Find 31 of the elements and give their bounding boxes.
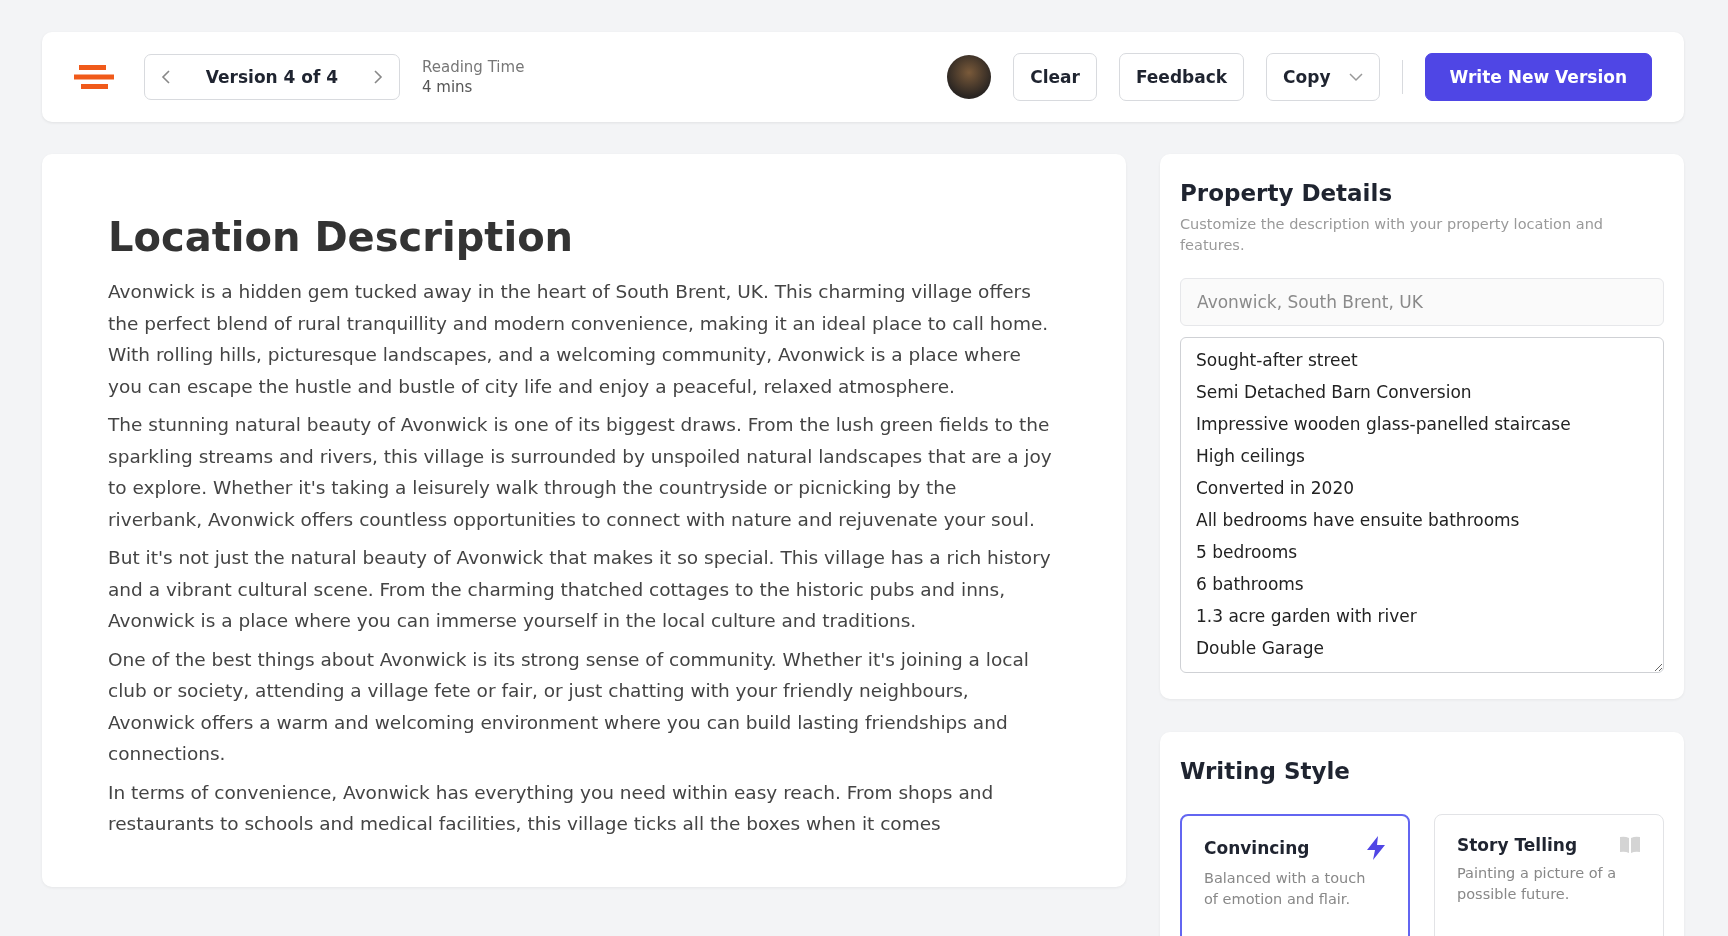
chevron-down-icon xyxy=(1348,72,1363,82)
panel-title: Property Details xyxy=(1180,180,1394,206)
reading-time-value: 4 mins xyxy=(422,78,474,96)
features-field[interactable]: Sought-after street Semi Detached Barn Conversion Impressive wooden glass-panelled staircase High ceilings Converted in 2020 All bedrooms have ensuite bathrooms 5 bedrooms 6 bathrooms 1.3 acre garden with river Double Garage xyxy=(1180,337,1664,673)
style-option[interactable]: Story Telling Painting a picture of a possible future. xyxy=(1434,814,1664,936)
action-button[interactable]: Clear xyxy=(1013,53,1097,101)
location-field[interactable]: Avonwick, South Brent, UK xyxy=(1180,278,1664,326)
article-title: Location Description xyxy=(108,214,575,260)
style-option-description: Painting a picture of a possible future. xyxy=(1457,864,1618,904)
book-icon xyxy=(1619,836,1641,854)
avatar[interactable] xyxy=(947,55,992,99)
write-new-version-button[interactable]: Write New Version xyxy=(1424,53,1652,101)
lightning-icon xyxy=(1366,836,1386,860)
style-option-description: Balanced with a touch of emotion and flair. xyxy=(1204,869,1367,909)
copy-dropdown-button[interactable]: Copy xyxy=(1266,53,1380,101)
style-option[interactable]: Convincing Balanced with a touch of emotion and flair. xyxy=(1180,814,1410,936)
article-paragraph: But it's not just the natural beauty of Avonwick that makes it so special. This village has a rich history and a vibrant cultural scene. From the charming thatched cottages to the historic pubs and inns, Avonwick is a place where you can immerse yourself in the local culture and traditions. xyxy=(108,546,1052,633)
article-paragraph: In terms of convenience, Avonwick has everything you need within easy reach. From shops and restaurants to schools and medical facilities, this village ticks all the boxes when it comes xyxy=(108,780,995,836)
style-option-name: Story Telling xyxy=(1457,835,1578,855)
chevron-left-icon xyxy=(161,69,171,85)
chevron-right-icon xyxy=(373,69,383,85)
article-paragraph: Avonwick is a hidden gem tucked away in the heart of South Brent, UK. This charming village offers the perfect blend of rural tranquillity and modern convenience, making it an ideal place to call home. With rolling hills, picturesque landscapes, and a welcoming community, Avonwick is a place where you can escape the hustle and bustle of city life and enjoy a peaceful, relaxed atmosphere. xyxy=(108,280,1050,399)
panel-title: Writing Style xyxy=(1180,758,1351,784)
article-paragraph: The stunning natural beauty of Avonwick is one of its biggest draws. From the lush green fields to the sparkling streams and rivers, this village is surrounded by unspoiled natural landscapes that are a joy to explore. Whether it's taking a leisurely walk through the countryside or picnicking by the riverbank, Avonwick offers countless opportunities to connect with nature and rejuvenate your soul. xyxy=(108,413,1053,532)
panel-subtitle: Customize the description with your property location and features. xyxy=(1180,215,1605,255)
action-button[interactable]: Feedback xyxy=(1118,53,1245,101)
style-option-name: Convincing xyxy=(1204,838,1310,858)
logo-icon xyxy=(74,65,114,89)
reading-time-label: Reading Time xyxy=(422,58,525,76)
article-paragraph: One of the best things about Avonwick is its strong sense of community. Whether it's joining a local club or society, attending a village fete or fair, or just chatting with your friendly neighbours, Avonwick offers a warm and welcoming environment where you can build lasting friendships and connections. xyxy=(108,647,1030,766)
version-label: Version 4 of 4 xyxy=(205,67,339,87)
